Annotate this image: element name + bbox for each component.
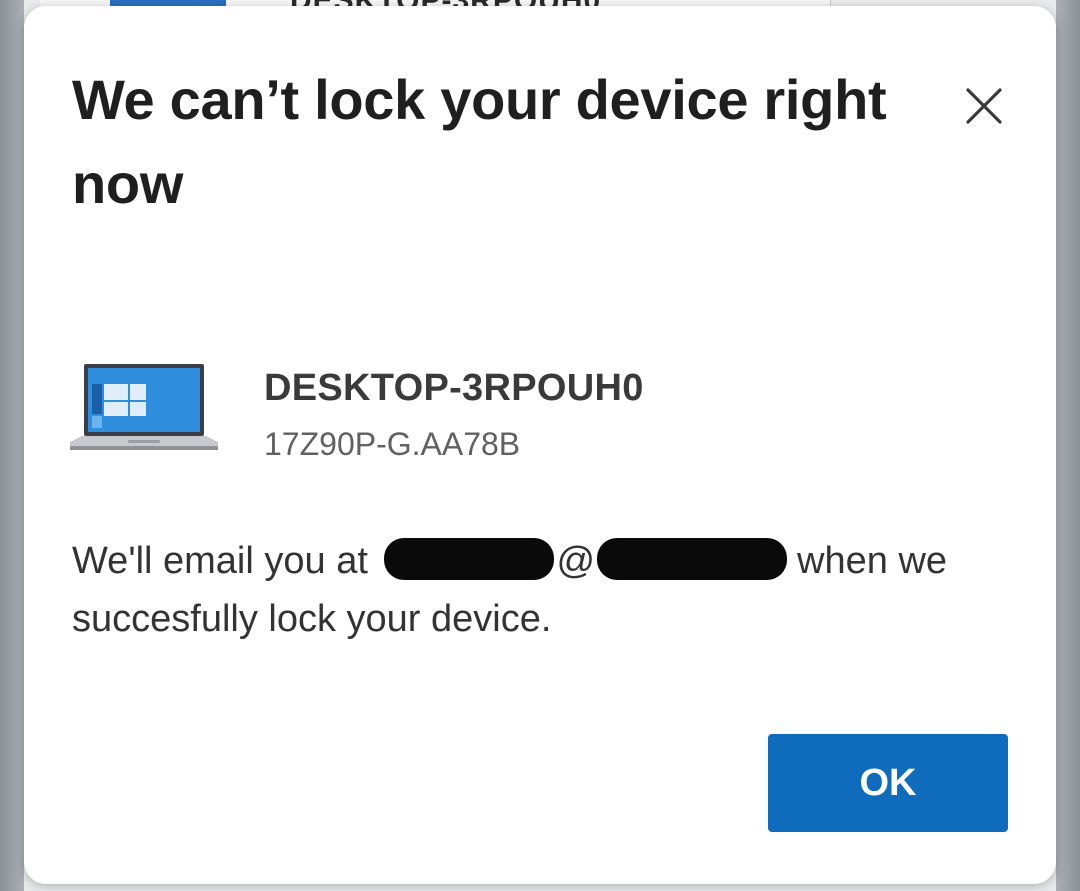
dialog-title: We can’t lock your device right now [72,68,887,215]
email-message-prefix: We'll email you at [72,540,368,582]
device-name: DESKTOP-3RPOUH0 [264,367,644,409]
email-message-line1: We'll email you at @ when we [72,532,1012,590]
redacted-email-domain [597,537,788,580]
lock-device-dialog: We can’t lock your device right now DESK… [24,6,1056,884]
device-model: 17Z90P-G.AA78B [264,426,521,462]
close-icon [966,88,1002,124]
email-message-suffix: when we [797,540,948,582]
email-message: We'll email you at @ when we succesfully … [72,532,1012,648]
email-message-line2: succesfully lock your device. [72,598,552,640]
redacted-email-user [384,537,555,580]
email-at-sign: @ [556,540,596,582]
laptop-icon [70,364,218,456]
close-button[interactable] [956,78,1012,134]
ok-button[interactable]: OK [768,734,1008,832]
